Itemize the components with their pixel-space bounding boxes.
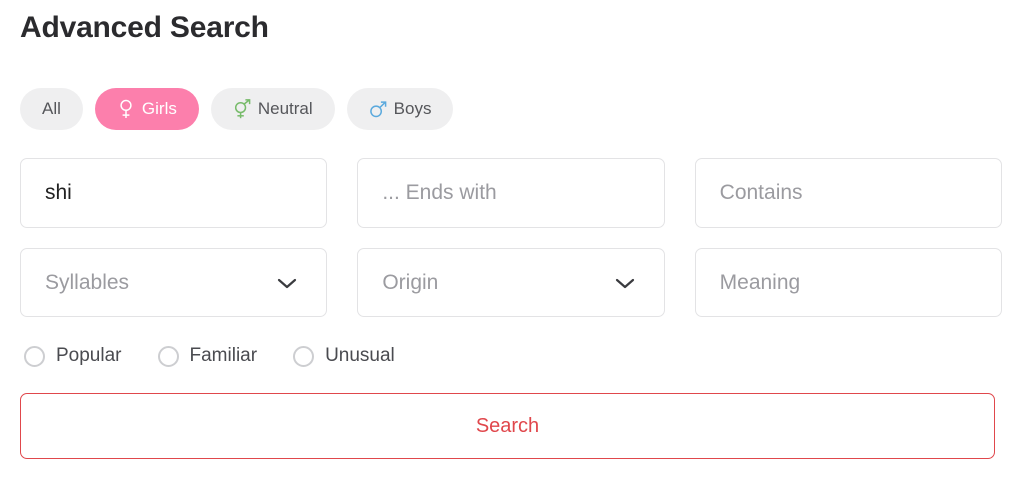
- meaning-input[interactable]: [719, 270, 977, 295]
- gender-filter-all-label: All: [42, 99, 61, 118]
- intergender-symbol-icon: [233, 99, 251, 119]
- syllables-select[interactable]: Syllables: [20, 248, 328, 317]
- radio-circle-icon[interactable]: [157, 345, 179, 367]
- radio-popular-label: Popular: [56, 345, 122, 366]
- page-title: Advanced Search: [20, 11, 269, 44]
- gender-filter-group: All Girls Neutral Boys: [20, 88, 1002, 130]
- gender-filter-neutral[interactable]: Neutral: [210, 88, 335, 130]
- radio-circle-icon[interactable]: [24, 345, 45, 367]
- gender-filter-all[interactable]: All: [20, 88, 83, 130]
- starts-with-input[interactable]: [45, 181, 303, 205]
- radio-familiar-label: Familiar: [189, 345, 258, 366]
- contains-field[interactable]: [694, 158, 1002, 228]
- gender-filter-boys[interactable]: Boys: [346, 88, 454, 130]
- male-symbol-icon: [369, 99, 387, 119]
- female-symbol-icon: [117, 99, 135, 119]
- radio-unusual[interactable]: Unusual: [293, 345, 395, 367]
- meaning-field[interactable]: [694, 248, 1002, 317]
- search-button-label: Search: [475, 414, 540, 437]
- radio-familiar[interactable]: Familiar: [157, 345, 258, 367]
- syllables-select-value: Syllables: [45, 270, 130, 294]
- starts-with-field[interactable]: [20, 158, 328, 228]
- ends-with-input[interactable]: [382, 181, 640, 205]
- gender-filter-boys-label: Boys: [393, 99, 432, 118]
- search-button[interactable]: Search: [20, 393, 995, 459]
- gender-filter-girls[interactable]: Girls: [94, 88, 199, 130]
- ends-with-field[interactable]: [357, 158, 665, 228]
- chevron-down-icon: [276, 276, 298, 290]
- contains-input[interactable]: [719, 181, 977, 205]
- popularity-radio-group: Popular Familiar Unusual: [20, 345, 1002, 367]
- gender-filter-girls-label: Girls: [141, 99, 177, 118]
- radio-popular[interactable]: Popular: [24, 345, 122, 367]
- chevron-down-icon: [614, 276, 636, 290]
- origin-select-value: Origin: [382, 270, 439, 294]
- name-pattern-field-row: [20, 158, 1002, 228]
- attribute-field-row: Syllables Origin: [20, 248, 1002, 317]
- advanced-search-page: Advanced Search All Girls Neutral Boys s…: [0, 0, 1022, 503]
- gender-filter-neutral-label: Neutral: [257, 99, 313, 118]
- origin-select[interactable]: Origin: [357, 248, 665, 317]
- radio-circle-icon[interactable]: [293, 345, 315, 367]
- radio-unusual-label: Unusual: [325, 345, 395, 366]
